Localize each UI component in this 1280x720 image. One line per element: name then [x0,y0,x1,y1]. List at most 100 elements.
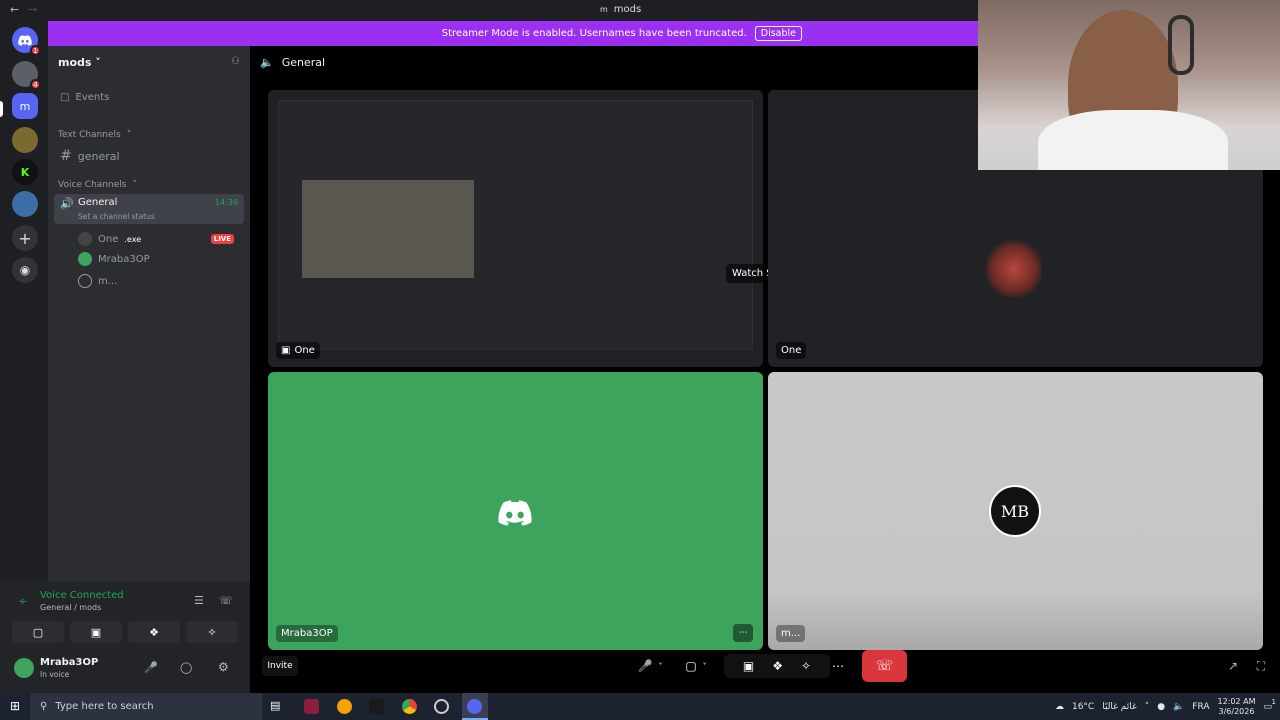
more-options-icon[interactable]: ⋯ [733,624,753,642]
avatar: MB [989,485,1041,537]
channel-title: General [281,56,326,69]
forward-arrow-icon[interactable]: → [28,3,37,16]
clock[interactable]: 12:02 AM 3/6/2026 [1218,697,1256,717]
channel-status-hint[interactable]: Set a channel status [78,212,155,221]
noise-suppression-icon[interactable]: ☰ [194,594,204,607]
speaker-icon: 🔊 [60,197,74,210]
activities-icon[interactable]: ❖ [772,659,783,673]
chevron-down-icon[interactable]: ˅ [658,662,662,671]
unread-badge: 1 [30,45,41,56]
soundboard-icon[interactable]: ✧ [801,659,811,673]
camera-off-button[interactable]: ▢ [12,621,64,643]
avatar [78,252,92,266]
back-arrow-icon[interactable]: ← [10,3,19,16]
language-indicator[interactable]: FRA [1192,702,1209,712]
headset-icon [1168,15,1194,75]
disconnect-call-button[interactable]: ☏ [862,650,907,682]
server-icon[interactable] [12,191,38,217]
app-icon[interactable] [337,699,352,714]
chrome-icon[interactable] [402,699,417,714]
tile-label: Mraba3OP [276,625,338,642]
microphone-toggle[interactable]: 🎤 ˅ [632,656,668,676]
unread-badge: 4 [30,79,41,90]
voice-channels-category[interactable]: Voice Channels ˅ [58,180,137,190]
microphone-icon[interactable]: 🎤 [144,661,158,674]
kick-server-icon[interactable]: K [12,159,38,185]
voice-member[interactable]: Mraba3OP [78,252,150,266]
disconnect-icon[interactable]: ☏ [219,594,233,607]
app-icon[interactable] [434,699,449,714]
calendar-icon: □ [60,92,70,103]
fullscreen-icon[interactable]: ⛶ [1252,656,1270,676]
share-screen-icon[interactable]: ▣ [743,659,754,673]
system-tray: ☁ 16°C غائم غالبًا ˄ ● 🔈 FRA 12:02 AM 3/… [1054,693,1276,720]
chevron-up-icon[interactable]: ˄ [1145,702,1150,712]
taskbar-search[interactable]: ⚲ Type here to search [30,693,262,720]
chevron-down-icon[interactable]: ˅ [703,662,707,671]
app-icon[interactable] [369,699,384,714]
discover-icon[interactable]: ◉ [12,257,38,283]
mods-server-icon[interactable]: m [12,93,38,119]
voice-channel-general[interactable]: 🔊 General 14:39 Set a channel status [54,194,244,224]
call-actions-group: ▣ ❖ ✧ [724,654,830,678]
stream-video-thumbnail [302,180,474,278]
search-icon: ⚲ [40,701,48,712]
weather-icon: ☁ [1054,701,1064,712]
events-item[interactable]: □ Events [60,92,109,103]
banner-text: Streamer Mode is enabled. Usernames have… [441,28,747,39]
tile-label: ▣ One [276,342,320,359]
participant-tile[interactable]: Mraba3OP ⋯ [268,372,763,650]
windows-taskbar: ⊞ ⚲ Type here to search ▤ ☁ 16°C غائم غا… [0,693,1280,720]
server-icon[interactable] [12,127,38,153]
task-view-icon[interactable]: ▤ [270,699,285,714]
voice-connected-label[interactable]: Voice Connected [40,590,124,601]
speaker-icon: 🔈 [260,56,274,69]
disable-button[interactable]: Disable [754,26,802,41]
add-server-icon[interactable]: + [12,225,38,251]
discord-logo-icon [498,500,532,526]
phone-hangup-icon: ☏ [875,658,894,674]
channel-general[interactable]: # general [60,148,120,164]
avatar[interactable] [14,658,34,678]
more-options-icon[interactable]: ⋯ [828,656,848,676]
tile-label: One [776,342,807,359]
user-panel: ∻ Voice Connected General / mods ☰ ☏ ▢ ▣… [0,581,250,693]
add-member-icon[interactable]: ⚇ [231,56,240,67]
share-screen-button[interactable]: ▣ [70,621,122,643]
soundboard-button[interactable]: ✧ [186,621,238,643]
popout-icon[interactable]: ↗ [1224,656,1242,676]
text-channels-category[interactable]: Text Channels ˅ [58,130,131,140]
settings-gear-icon[interactable]: ⚙ [218,660,229,674]
server-glyph: m [600,5,608,14]
window-title: mods [613,4,642,15]
server-name-header[interactable]: mods ˅ [58,56,101,69]
network-icon[interactable]: ● [1157,702,1165,712]
volume-icon[interactable]: 🔈 [1173,702,1184,712]
app-icon[interactable] [304,699,319,714]
stream-tile[interactable]: ▣ One [268,90,763,367]
camera-off-icon: ▢ [685,659,697,673]
weather-text: غائم غالبًا [1102,701,1137,712]
camera-toggle[interactable]: ▢ ˅ [676,656,716,676]
notifications-icon[interactable]: ▭ 1 [1263,698,1276,712]
channel-header: 🔈 General [260,56,325,69]
start-icon[interactable]: ⊞ [10,699,20,713]
channel-sidebar: mods ˅ ⚇ □ Events Text Channels ˅ # gener… [48,46,250,581]
voice-member[interactable]: m... [78,274,117,288]
activities-button[interactable]: ❖ [128,621,180,643]
headphones-icon[interactable]: ◯ [180,661,192,674]
participant-tile[interactable]: MB m... [768,372,1263,650]
screen-share-icon: ▣ [281,345,291,356]
search-placeholder: Type here to search [55,701,154,712]
live-badge: LIVE [210,234,234,244]
server-icon[interactable]: 4 [12,61,41,90]
invite-button[interactable]: Invite [262,656,298,676]
voice-member[interactable]: One .exe LIVE [78,232,244,246]
signal-icon: ∻ [18,595,28,608]
direct-messages-icon[interactable]: 1 [12,27,41,56]
user-status: In voice [40,670,70,679]
discord-icon [467,699,482,714]
streamer-mode-banner: Streamer Mode is enabled. Usernames have… [48,21,978,46]
avatar [78,274,92,288]
weather-temp[interactable]: 16°C [1072,702,1094,712]
